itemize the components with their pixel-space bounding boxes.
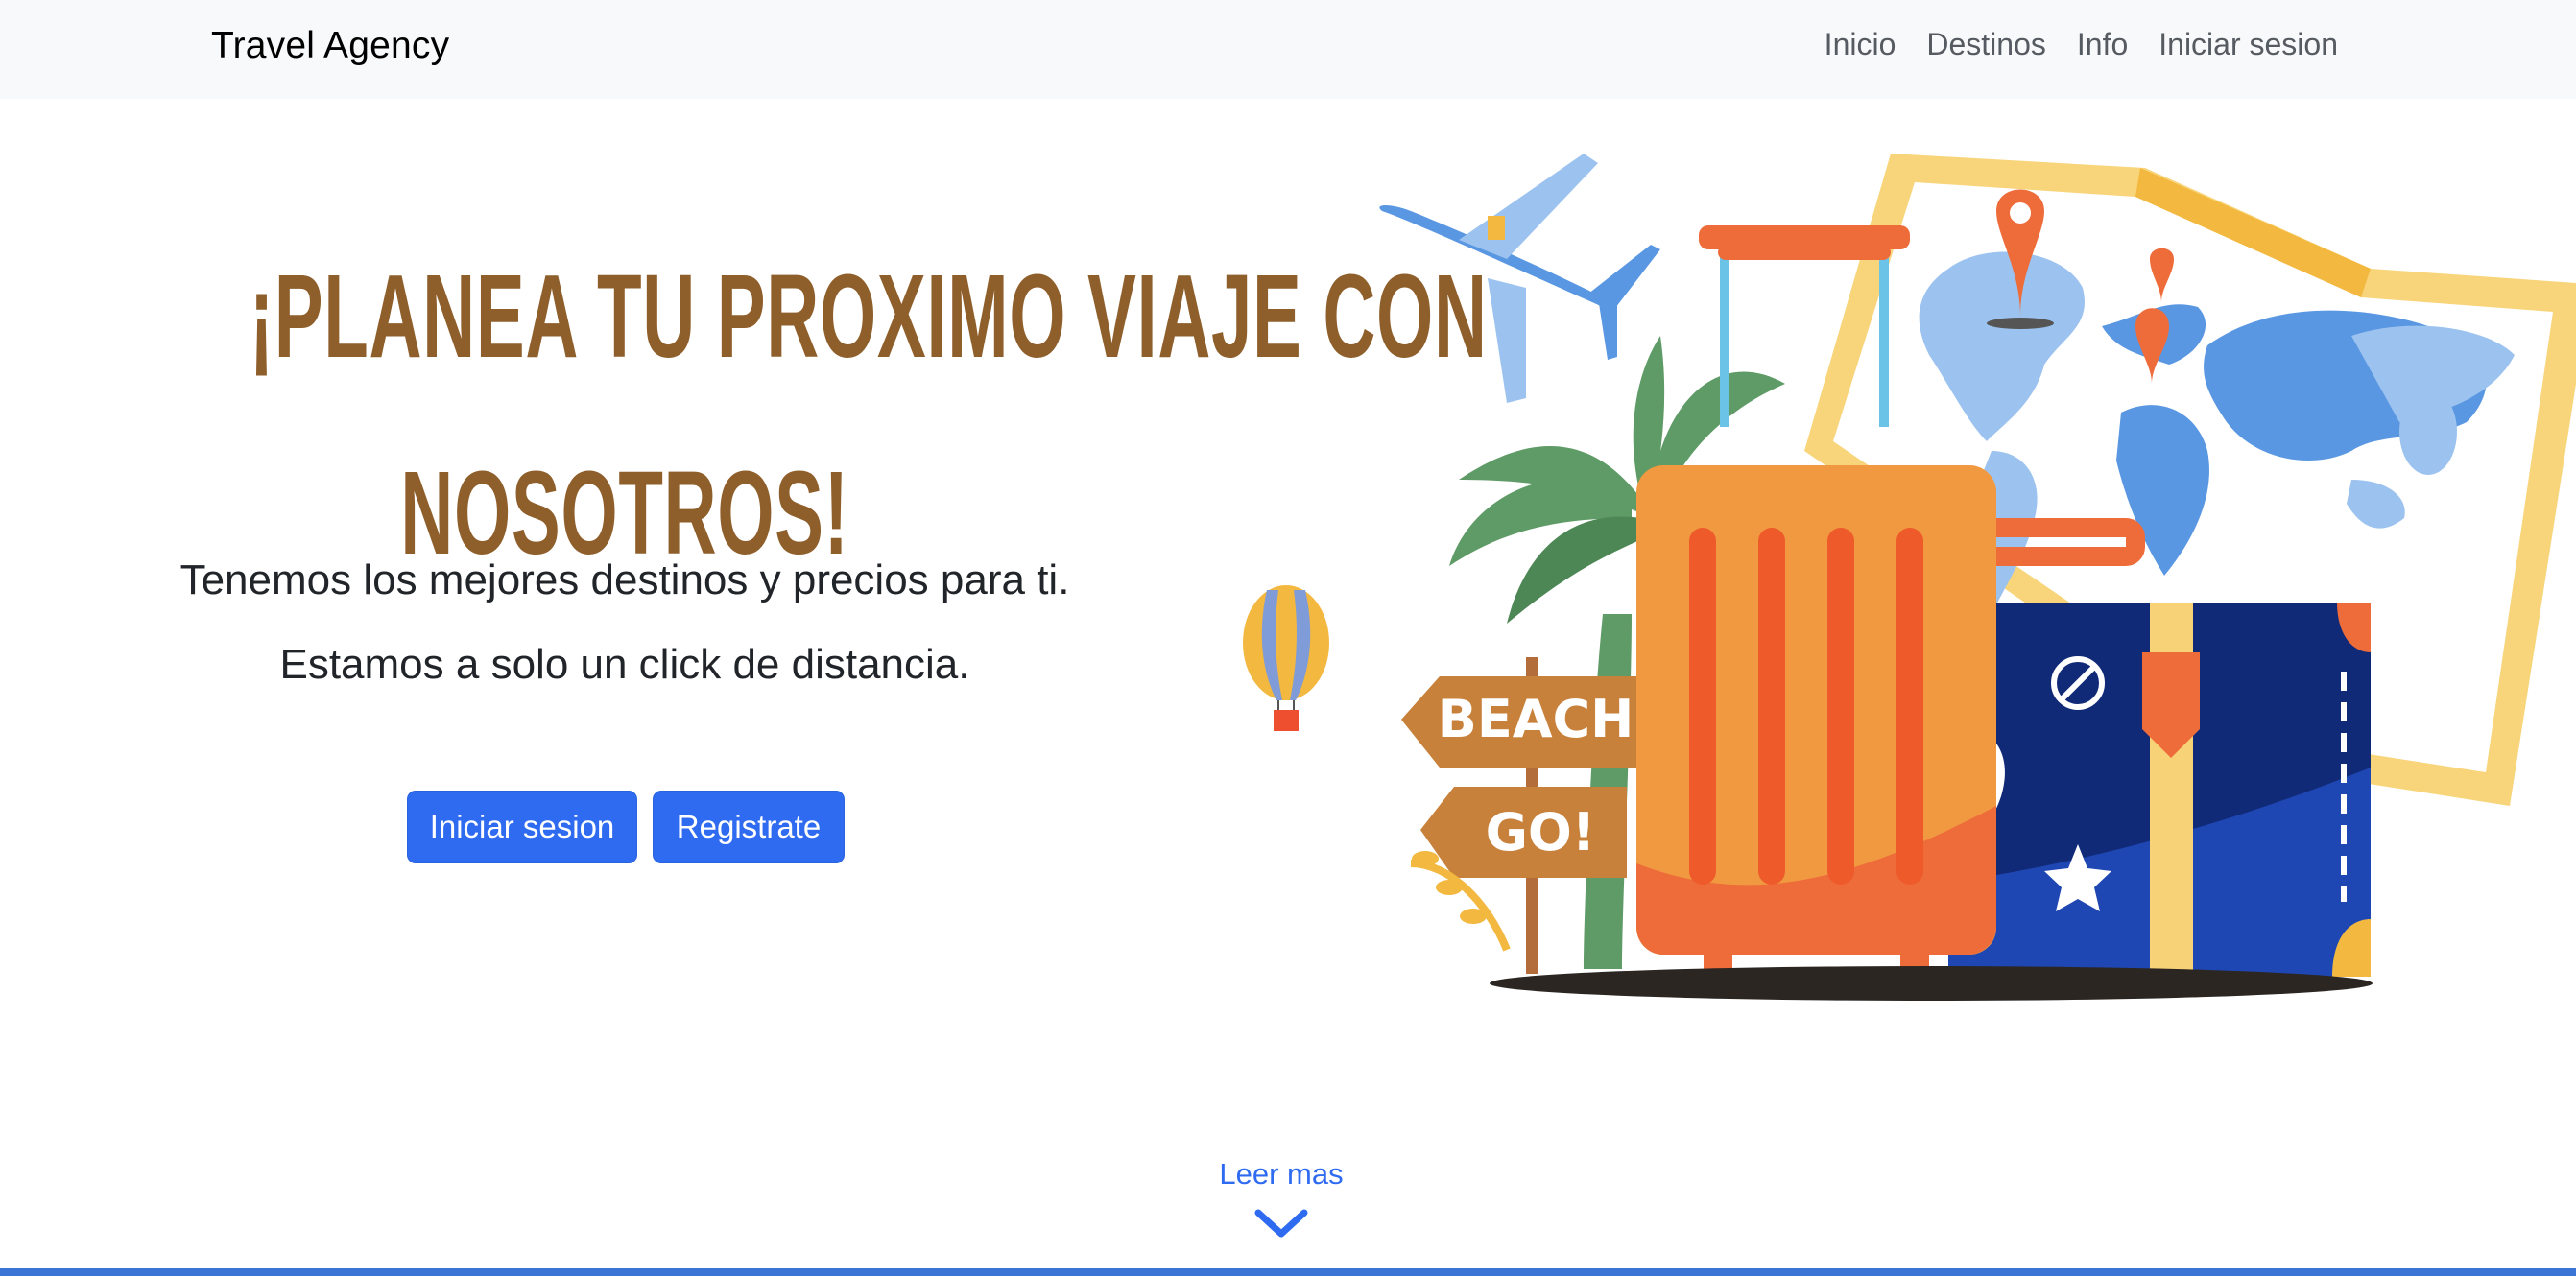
nav-link-inicio[interactable]: Inicio (1825, 27, 1896, 62)
nav-link-destinos[interactable]: Destinos (1926, 27, 2046, 62)
airplane-icon (1379, 154, 1660, 403)
brand-link[interactable]: Travel Agency (211, 25, 449, 67)
hot-air-balloon-icon (1243, 585, 1329, 731)
hero-title-line-1: ¡PLANEA TU PROXIMO VIAJE CON (249, 251, 1488, 383)
hero-title: ¡PLANEA TU PROXIMO VIAJE CON NOSOTROS! (249, 219, 1488, 612)
nav-link-info[interactable]: Info (2077, 27, 2128, 62)
bottom-section-edge (0, 1268, 2576, 1276)
ground-shadow (1490, 966, 2373, 1001)
chevron-down-icon[interactable] (1252, 1207, 1310, 1241)
register-button[interactable]: Registrate (653, 791, 845, 863)
top-navbar: Travel Agency Inicio Destinos Info Inici… (0, 0, 2576, 99)
login-button[interactable]: Iniciar sesion (407, 791, 637, 863)
sign-beach-text: BEACH (1438, 689, 1634, 749)
hero-subtitle-line-1: Tenemos los mejores destinos y precios p… (179, 556, 1070, 603)
hero-subtitle-line-2: Estamos a solo un click de distancia. (279, 641, 970, 688)
travel-illustration: BEACH GO! (1243, 154, 2576, 1001)
nav-links: Inicio Destinos Info Iniciar sesion (1825, 27, 2338, 62)
nav-link-iniciar-sesion[interactable]: Iniciar sesion (2159, 27, 2338, 62)
sign-go-text: GO! (1486, 802, 1596, 862)
beach-sign-icon: BEACH GO! (1401, 657, 1665, 974)
read-more-link[interactable]: Leer mas (1152, 1157, 1411, 1192)
